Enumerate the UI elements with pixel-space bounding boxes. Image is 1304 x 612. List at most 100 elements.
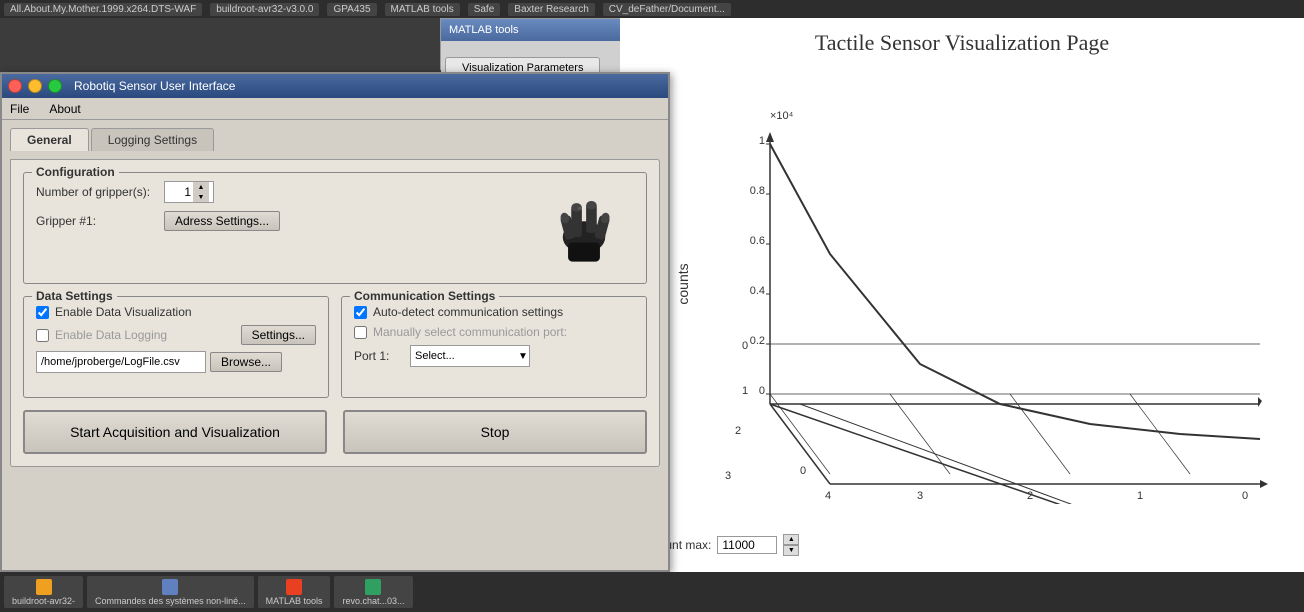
chart-svg: counts ×10⁴ 1 0.8 0.6 0.4 0.2 0: [660, 64, 1300, 504]
count-max-input[interactable]: [717, 536, 777, 554]
window-title: Robotiq Sensor User Interface: [74, 79, 235, 93]
svg-text:counts: counts: [675, 263, 691, 304]
menu-file[interactable]: File: [6, 100, 33, 118]
address-settings-button[interactable]: Adress Settings...: [164, 211, 280, 231]
svg-text:0: 0: [800, 465, 806, 477]
spinbox-down[interactable]: ▼: [193, 192, 209, 202]
enable-viz-row: Enable Data Visualization: [36, 305, 316, 319]
num-grippers-spinbox[interactable]: ▲ ▼: [164, 181, 214, 203]
svg-text:1: 1: [759, 135, 765, 147]
svg-text:0.8: 0.8: [750, 185, 765, 197]
close-button[interactable]: [8, 79, 22, 93]
stop-button[interactable]: Stop: [343, 410, 647, 454]
taskbar-bottom-item-2[interactable]: Commandes des systèmes non-liné...: [87, 576, 254, 608]
svg-text:3: 3: [917, 490, 923, 502]
taskbar-item-6[interactable]: Baxter Research: [508, 3, 594, 16]
config-section-title: Configuration: [32, 165, 119, 179]
data-settings-section: Data Settings Enable Data Visualization …: [23, 296, 329, 398]
menu-about[interactable]: About: [45, 100, 84, 118]
taskbar-item-3[interactable]: GPA435: [327, 3, 376, 16]
svg-text:0.2: 0.2: [750, 335, 765, 347]
svg-text:0: 0: [759, 385, 765, 397]
comm-settings-section: Communication Settings Auto-detect commu…: [341, 296, 647, 398]
taskbar-bottom-item-3[interactable]: MATLAB tools: [258, 576, 331, 608]
svg-text:0.4: 0.4: [750, 285, 765, 297]
auto-detect-checkbox[interactable]: [354, 306, 367, 319]
svg-text:3: 3: [725, 470, 731, 482]
taskbar-item-1[interactable]: All.About.My.Mother.1999.x264.DTS-WAF: [4, 3, 202, 16]
port-label: Port 1:: [354, 349, 404, 363]
data-settings-title: Data Settings: [32, 289, 117, 303]
spinbox-up[interactable]: ▲: [193, 182, 209, 192]
svg-text:2: 2: [1027, 490, 1033, 502]
svg-text:0.6: 0.6: [750, 235, 765, 247]
taskbar-folder-icon-1: [36, 579, 52, 595]
enable-log-label: Enable Data Logging: [55, 328, 167, 342]
taskbar-bottom-item-1[interactable]: buildroot-avr32-: [4, 576, 83, 608]
gripper1-row: Gripper #1: Adress Settings...: [36, 211, 534, 231]
taskbar-item-2[interactable]: buildroot-avr32-v3.0.0: [210, 3, 319, 16]
settings-row: Data Settings Enable Data Visualization …: [23, 296, 647, 398]
svg-text:4: 4: [825, 490, 831, 502]
robotiq-titlebar: Robotiq Sensor User Interface: [2, 74, 668, 98]
svg-text:0: 0: [1242, 490, 1248, 502]
minimize-button[interactable]: [28, 79, 42, 93]
taskbar-item-5[interactable]: Safe: [468, 3, 501, 16]
svg-text:1: 1: [742, 385, 748, 397]
port-select[interactable]: Select...: [410, 345, 530, 367]
num-grippers-label: Number of gripper(s):: [36, 185, 156, 199]
maximize-button[interactable]: [48, 79, 62, 93]
start-button[interactable]: Start Acquisition and Visualization: [23, 410, 327, 454]
svg-text:1: 1: [1137, 490, 1143, 502]
svg-text:2: 2: [735, 425, 741, 437]
action-buttons: Start Acquisition and Visualization Stop: [23, 410, 647, 454]
enable-log-checkbox[interactable]: [36, 329, 49, 342]
taskbar-item-7[interactable]: CV_deFather/Document...: [603, 3, 731, 16]
enable-viz-checkbox[interactable]: [36, 306, 49, 319]
menubar: File About: [2, 98, 668, 120]
browse-button[interactable]: Browse...: [210, 352, 282, 372]
count-max-up[interactable]: ▲: [783, 534, 799, 545]
enable-log-row: Enable Data Logging Settings...: [36, 325, 316, 345]
enable-viz-label: Enable Data Visualization: [55, 305, 192, 319]
num-grippers-input[interactable]: [165, 182, 193, 202]
config-inner: Number of gripper(s): ▲ ▼ Grip: [36, 181, 634, 271]
taskbar-bottom: buildroot-avr32- Commandes des systèmes …: [0, 572, 1304, 612]
robotiq-window: Robotiq Sensor User Interface File About…: [0, 72, 670, 572]
manual-select-row: Manually select communication port:: [354, 325, 634, 339]
tactile-title: Tactile Sensor Visualization Page: [620, 18, 1304, 64]
auto-detect-row: Auto-detect communication settings: [354, 305, 634, 319]
comm-settings-title: Communication Settings: [350, 289, 499, 303]
settings-button[interactable]: Settings...: [241, 325, 316, 345]
manual-select-checkbox[interactable]: [354, 326, 367, 339]
matlab-title: MATLAB tools: [449, 24, 519, 36]
svg-text:×10⁴: ×10⁴: [770, 110, 794, 122]
spinbox-buttons: ▲ ▼: [193, 182, 209, 202]
configuration-section: Configuration Number of gripper(s): ▲ ▼: [23, 172, 647, 284]
manual-select-label: Manually select communication port:: [373, 325, 567, 339]
file-path-input[interactable]: [36, 351, 206, 373]
data-settings-col: Data Settings Enable Data Visualization …: [23, 296, 329, 398]
tab-logging[interactable]: Logging Settings: [91, 128, 214, 151]
gripper-svg: [539, 184, 629, 269]
gripper1-label: Gripper #1:: [36, 214, 156, 228]
num-grippers-row: Number of gripper(s): ▲ ▼: [36, 181, 534, 203]
auto-detect-label: Auto-detect communication settings: [373, 305, 563, 319]
config-left: Number of gripper(s): ▲ ▼ Grip: [36, 181, 534, 239]
svg-text:0: 0: [742, 340, 748, 352]
taskbar-doc-icon-2: [162, 579, 178, 595]
tactile-window: Tactile Sensor Visualization Page counts…: [620, 18, 1304, 572]
taskbar-matlab-icon: [286, 579, 302, 595]
count-max-down[interactable]: ▼: [783, 545, 799, 556]
file-row: Browse...: [36, 351, 316, 373]
tab-general[interactable]: General: [10, 128, 89, 151]
port-row: Port 1: Select... ▼: [354, 345, 634, 367]
comm-settings-col: Communication Settings Auto-detect commu…: [341, 296, 647, 398]
taskbar-bottom-item-4[interactable]: revo.chat...03...: [334, 576, 412, 608]
tab-content: Configuration Number of gripper(s): ▲ ▼: [10, 159, 660, 467]
taskbar-chat-icon: [365, 579, 381, 595]
tabs: General Logging Settings: [10, 128, 660, 151]
robotiq-content: General Logging Settings Configuration N…: [2, 120, 668, 475]
taskbar-top: All.About.My.Mother.1999.x264.DTS-WAF bu…: [0, 0, 1304, 18]
taskbar-item-4[interactable]: MATLAB tools: [385, 3, 460, 16]
